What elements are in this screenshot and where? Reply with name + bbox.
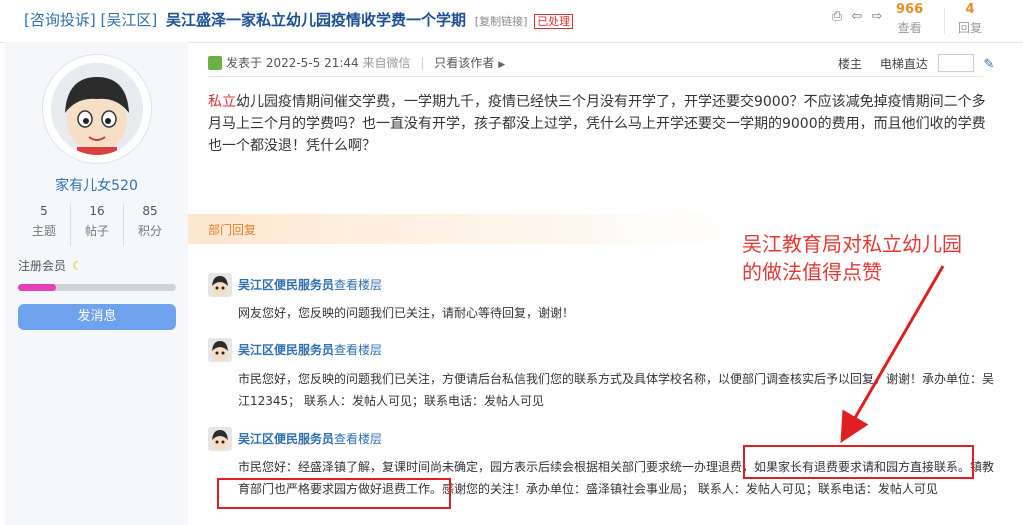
highlight-box — [743, 445, 974, 479]
highlight-box — [217, 478, 451, 509]
